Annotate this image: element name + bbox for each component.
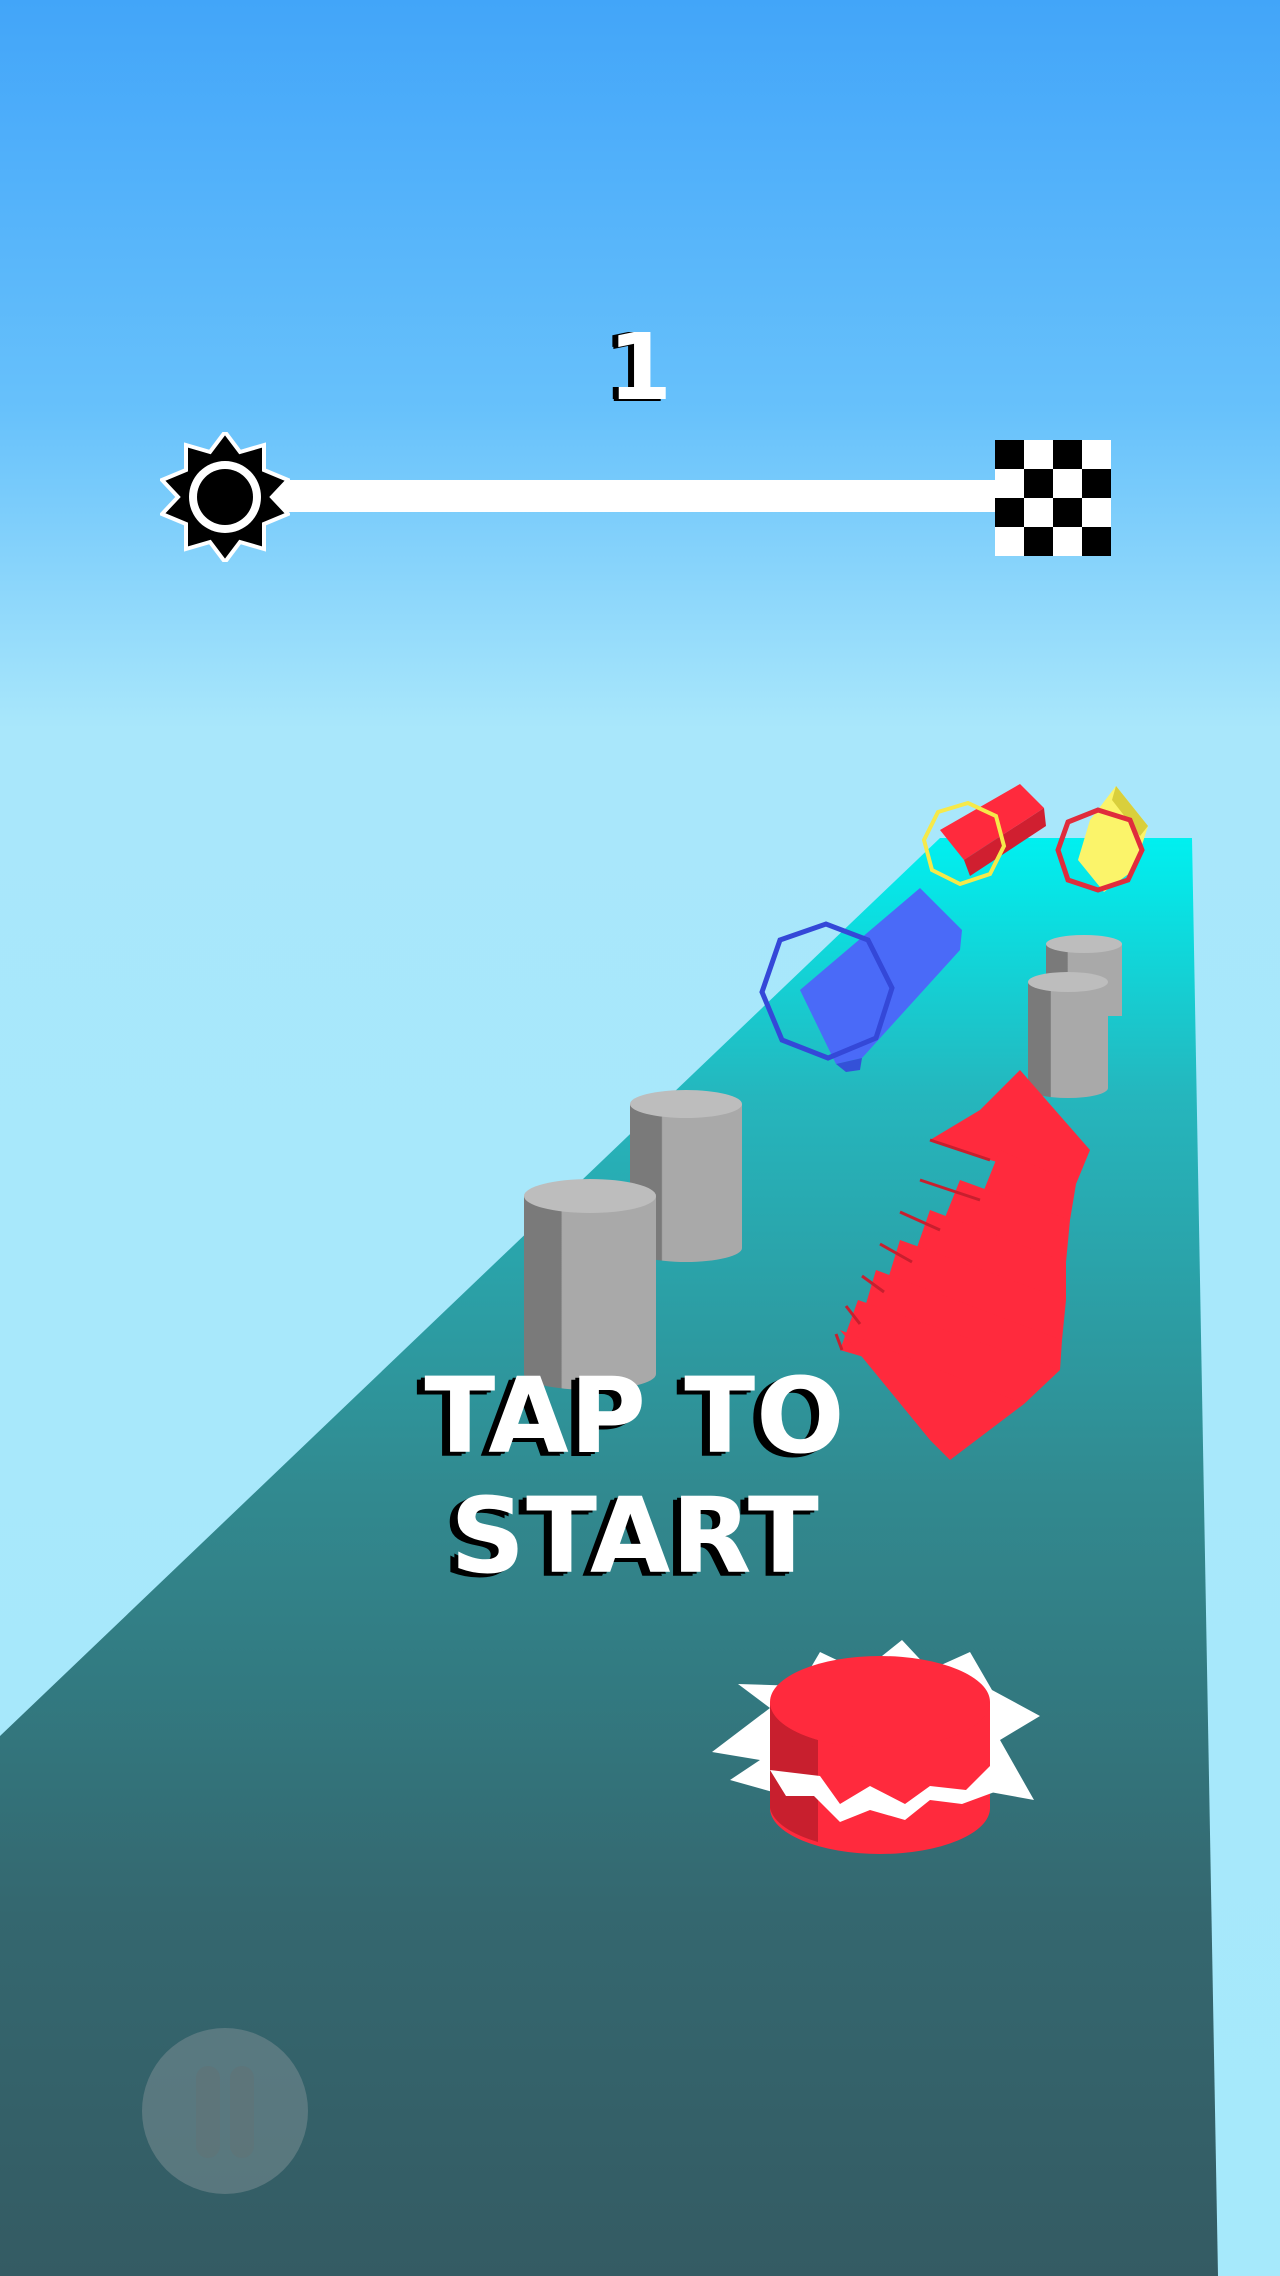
pause-button[interactable] (142, 2028, 308, 2194)
spiky-ball-icon (160, 432, 290, 562)
level-number: 1 (607, 314, 672, 421)
checkered-flag-icon (995, 440, 1111, 556)
level-progress-bar (210, 480, 1010, 512)
tap-to-start-prompt[interactable]: TAP TO START (240, 1356, 1030, 1596)
gray-cylinder-far-front (1028, 972, 1108, 1098)
game-screen[interactable]: 1 TAP TO START (0, 0, 1280, 2276)
